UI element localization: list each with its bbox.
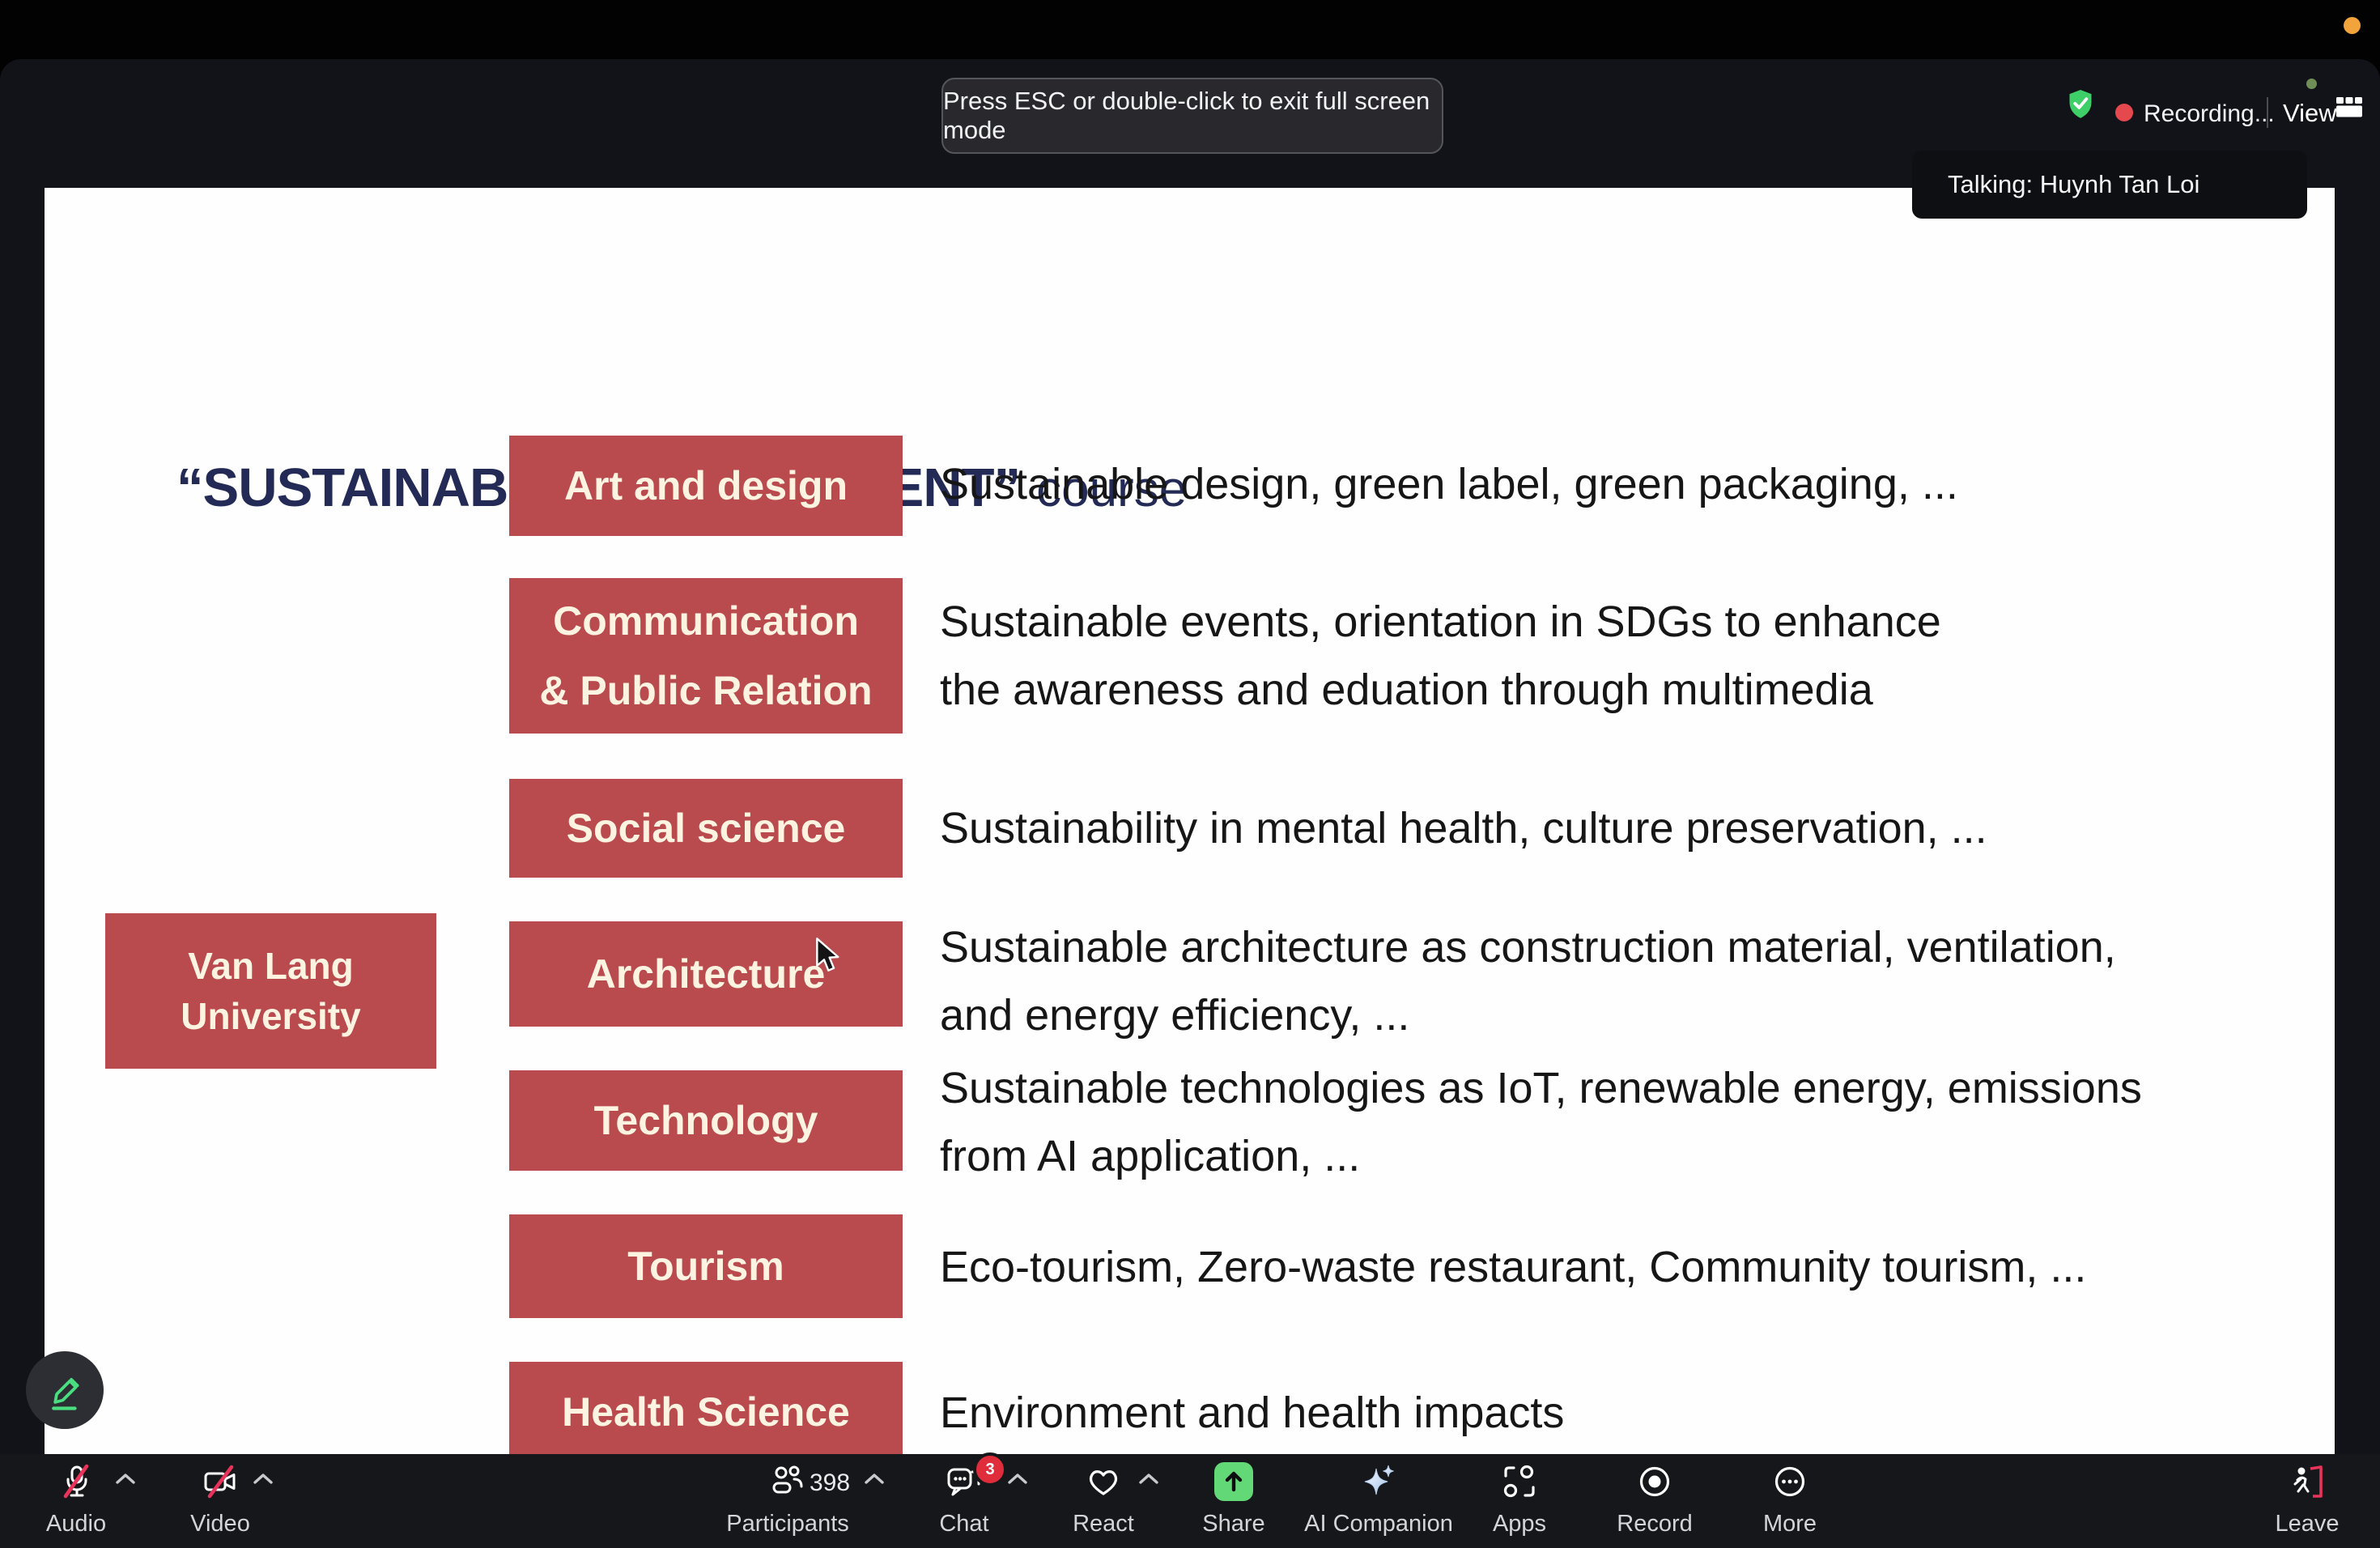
category-box-art-design: Art and design (509, 436, 903, 536)
record-icon[interactable] (1635, 1462, 1674, 1501)
leave-button-label[interactable]: Leave (2178, 1511, 2380, 1537)
camera-status-dot (2306, 79, 2317, 89)
leave-door-icon[interactable] (2288, 1462, 2327, 1501)
chat-chevron-up-icon[interactable] (1007, 1472, 1028, 1486)
university-box: Van Lang University (105, 913, 436, 1069)
description-technology: Sustainable technologies as IoT, renewab… (940, 1054, 2142, 1190)
security-shield-icon[interactable] (2066, 87, 2095, 121)
recording-dot-icon (2115, 104, 2133, 121)
view-button[interactable]: View (2283, 99, 2337, 128)
audio-chevron-up-icon[interactable] (115, 1472, 136, 1486)
description-communication: Sustainable events, orientation in SDGs … (940, 588, 1941, 724)
mouse-cursor (814, 938, 844, 976)
more-button-label[interactable]: More (1660, 1511, 1919, 1537)
fullscreen-exit-tooltip: Press ESC or double-click to exit full s… (941, 78, 1443, 154)
react-chevron-up-icon[interactable] (1138, 1472, 1159, 1486)
video-chevron-up-icon[interactable] (253, 1472, 274, 1486)
category-box-tourism: Tourism (509, 1214, 903, 1318)
chat-unread-badge: 3 (973, 1452, 1007, 1486)
ellipsis-icon[interactable] (1770, 1462, 1809, 1501)
video-button-label[interactable]: Video (91, 1511, 350, 1537)
description-health-science: Environment and health impacts (940, 1379, 1564, 1447)
share-button[interactable] (1214, 1462, 1253, 1501)
pencil-icon (40, 1366, 89, 1414)
description-tourism: Eco-tourism, Zero-waste restaurant, Comm… (940, 1233, 2086, 1301)
description-art-design: Sustainable design, green label, green p… (940, 450, 1958, 518)
topbar-divider (2267, 97, 2268, 128)
shared-screen-slide: “SUSTAINABLE DEVELOPMENT” course Van Lan… (45, 188, 2335, 1454)
category-box-health-science: Health Science (509, 1362, 903, 1462)
microphone-muted-icon[interactable] (57, 1462, 96, 1501)
heart-icon[interactable] (1084, 1462, 1123, 1501)
zoom-meeting-fullscreen: “SUSTAINABLE DEVELOPMENT” course Van Lan… (0, 0, 2380, 1548)
recording-status-label[interactable]: Recording... (2144, 100, 2275, 128)
category-box-technology: Technology (509, 1070, 903, 1171)
annotate-button[interactable] (26, 1351, 104, 1429)
category-box-social-science: Social science (509, 779, 903, 878)
description-architecture: Sustainable architecture as construction… (940, 913, 2116, 1049)
participants-icon[interactable] (768, 1462, 807, 1501)
gallery-view-icon[interactable] (2335, 94, 2364, 120)
ai-sparkle-icon[interactable] (1359, 1462, 1398, 1501)
share-arrow-up-icon (1219, 1467, 1248, 1496)
apps-icon[interactable] (1500, 1462, 1539, 1501)
category-box-communication: Communication & Public Relation (509, 578, 903, 734)
description-social-science: Sustainability in mental health, culture… (940, 794, 1987, 862)
camera-muted-icon[interactable] (201, 1462, 240, 1501)
participants-count: 398 (810, 1469, 850, 1497)
active-speaker-tooltip: Talking: Huynh Tan Loi (1912, 151, 2307, 219)
menubar-status-dot (2344, 17, 2361, 34)
participants-chevron-up-icon[interactable] (864, 1472, 885, 1486)
